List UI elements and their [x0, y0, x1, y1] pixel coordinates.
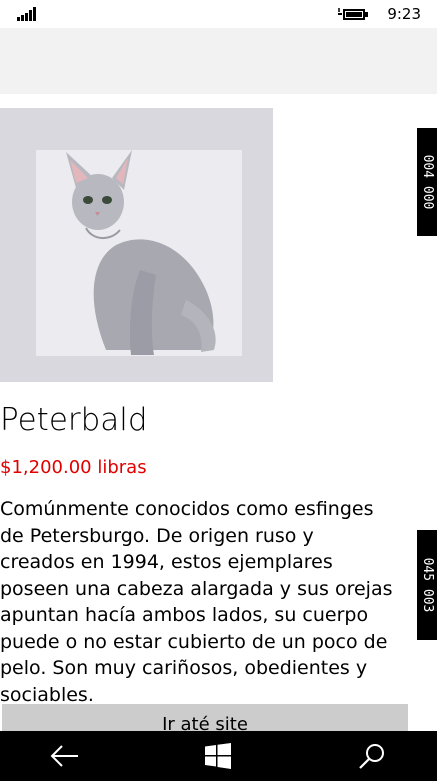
product-title: Peterbald — [0, 402, 148, 438]
home-button[interactable] — [173, 731, 263, 781]
search-button[interactable] — [327, 731, 417, 781]
back-button[interactable] — [20, 731, 110, 781]
back-arrow-icon — [50, 745, 78, 767]
product-image-frame — [0, 108, 273, 382]
battery-charging-icon — [338, 8, 368, 20]
cat-photo — [36, 150, 242, 356]
side-tag: 004 000 — [417, 128, 437, 236]
status-time: 9:23 — [387, 5, 421, 23]
search-icon — [359, 744, 384, 769]
product-price: $1,200.00 libras — [0, 457, 147, 478]
status-bar: 9:23 — [0, 0, 437, 28]
signal-strength-icon — [17, 7, 39, 21]
side-tag: 045 003 — [417, 530, 437, 640]
product-description: Comúnmente conocidos como esfinges de Pe… — [0, 498, 393, 706]
go-to-site-button[interactable]: Ir até site — [2, 704, 408, 734]
windows-logo-icon — [205, 743, 231, 769]
app-header-bar — [0, 28, 437, 94]
navigation-bar — [0, 731, 437, 781]
